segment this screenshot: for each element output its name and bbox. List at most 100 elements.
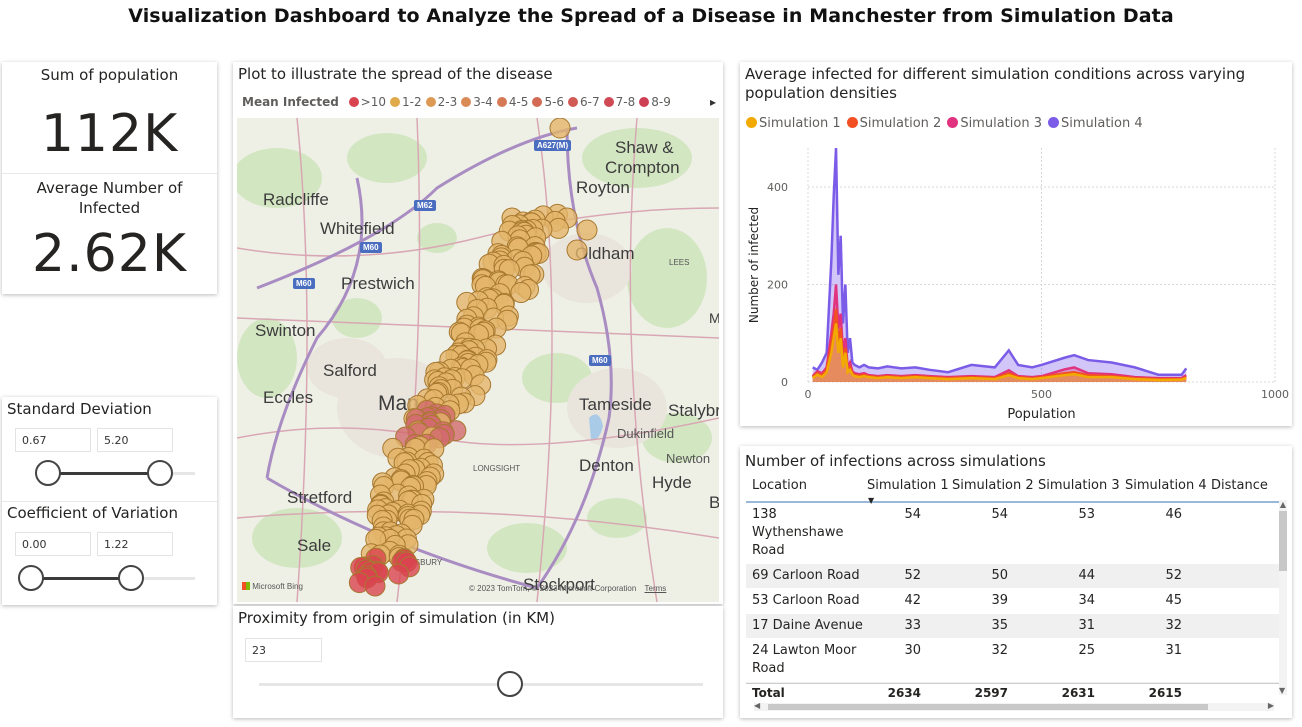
- cell-sim3: 31: [1078, 618, 1095, 633]
- proximity-handle[interactable]: [497, 671, 523, 697]
- map-legend-item[interactable]: 6-7: [568, 95, 600, 109]
- population-label: Sum of population: [40, 66, 179, 84]
- map-legend-item[interactable]: 8-9: [639, 95, 671, 109]
- table-row[interactable]: 138 Wythenshawe Road 54 54 53 46: [746, 503, 1281, 564]
- cell-sim4: 31: [1165, 643, 1182, 658]
- legend-next-arrow[interactable]: ▸: [710, 95, 716, 109]
- cell-sim1: 54: [904, 507, 921, 522]
- col-sim2[interactable]: Simulation 2: [952, 475, 1038, 501]
- map-title: Plot to illustrate the spread of the dis…: [238, 65, 553, 83]
- total-sim2: 2597: [974, 686, 1008, 700]
- cov-max-input[interactable]: 1.22: [97, 532, 173, 556]
- std-dev-min-input[interactable]: 0.67: [15, 428, 91, 452]
- total-sim4: 2615: [1148, 686, 1182, 700]
- map-legend-item[interactable]: >10: [348, 95, 386, 109]
- x-axis-title: Population: [1007, 407, 1075, 422]
- terms-link[interactable]: Terms: [645, 584, 667, 593]
- table-row[interactable]: 17 Daine Avenue 33 35 31 32: [746, 614, 1281, 639]
- std-dev-min-handle[interactable]: [35, 460, 61, 486]
- infection-point[interactable]: [576, 219, 598, 241]
- infection-point[interactable]: [364, 575, 386, 597]
- cell-location: 24 Lawton Moor Road: [752, 643, 857, 676]
- legend-label: 2-3: [437, 95, 458, 109]
- col-sim3[interactable]: Simulation 3: [1038, 475, 1125, 501]
- y-tick-label: 0: [781, 376, 788, 389]
- infection-points: [348, 118, 598, 597]
- v-scroll-up-icon[interactable]: ▲: [1279, 500, 1287, 509]
- y-tick-label: 200: [767, 279, 788, 292]
- map-legend-item[interactable]: 4-5: [496, 95, 528, 109]
- proximity-label: Proximity from origin of simulation (in …: [238, 609, 555, 627]
- std-dev-max-input[interactable]: 5.20: [97, 428, 173, 452]
- x-tick-label: 0: [805, 388, 812, 401]
- table-row[interactable]: 53 Carloon Road 42 39 34 45: [746, 589, 1281, 614]
- map-legend: Mean Infected >10 1-2 2-3 3-4 4-5 5-6 6-7 7-8 8-…: [242, 95, 716, 109]
- table-horizontal-scrollbar[interactable]: ◀ ▶: [754, 701, 1274, 711]
- cell-sim1: 42: [904, 593, 921, 608]
- cell-sim2: 35: [991, 618, 1008, 633]
- kpi-card: Sum of population 112K Average Number of…: [2, 62, 217, 294]
- cov-max-handle[interactable]: [118, 565, 144, 591]
- map-legend-item[interactable]: 1-2: [390, 95, 422, 109]
- slicer-panel: Standard Deviation 0.67 5.20 Coefficient…: [2, 397, 217, 605]
- legend-label: >10: [360, 95, 386, 109]
- y-axis-title: Number of infected: [747, 207, 761, 323]
- cov-min-handle[interactable]: [18, 565, 44, 591]
- bing-label: Microsoft Bing: [252, 582, 303, 591]
- total-label: Total: [752, 686, 785, 700]
- x-tick-label: 500: [1031, 388, 1052, 401]
- kpi-divider: [2, 173, 217, 174]
- std-dev-slider-range: [48, 472, 160, 475]
- table-body: 138 Wythenshawe Road 54 54 53 46 69 Carloon R…: [746, 503, 1281, 683]
- map-legend-item[interactable]: 7-8: [603, 95, 635, 109]
- bing-logo: Microsoft Bing: [242, 582, 303, 591]
- cov-min-input[interactable]: 0.00: [15, 532, 91, 556]
- infection-point[interactable]: [388, 563, 410, 585]
- cell-sim3: 44: [1078, 568, 1095, 583]
- cell-sim4: 52: [1165, 568, 1182, 583]
- legend-label: 8-9: [651, 95, 671, 109]
- cell-sim3: 34: [1078, 593, 1095, 608]
- proximity-input[interactable]: 23: [245, 638, 322, 662]
- cell-sim2: 32: [991, 643, 1008, 658]
- table-vertical-scrollbar[interactable]: ▲ ▼: [1279, 500, 1287, 695]
- col-sim1[interactable]: Simulation 1 ▼: [865, 475, 952, 505]
- v-scroll-thumb[interactable]: [1279, 511, 1287, 571]
- map-attribution: © 2023 TomTom, © 2023 Microsoft Corporat…: [469, 584, 666, 593]
- population-value: 112K: [40, 104, 179, 164]
- legend-dot: [390, 97, 400, 107]
- table-title: Number of infections across simulations: [745, 452, 1046, 470]
- map-legend-item[interactable]: 2-3: [425, 95, 458, 109]
- legend-label: 5-6: [544, 95, 565, 109]
- h-scroll-left-icon[interactable]: ◀: [754, 701, 760, 710]
- v-scroll-down-icon[interactable]: ▼: [1279, 686, 1285, 695]
- proximity-slider-track[interactable]: [259, 683, 703, 686]
- h-scroll-right-icon[interactable]: ▶: [1268, 701, 1274, 710]
- cell-sim2: 39: [991, 593, 1008, 608]
- infection-point[interactable]: [549, 118, 571, 139]
- col-distance[interactable]: Distance f: [1211, 475, 1271, 501]
- h-scroll-thumb[interactable]: [768, 704, 1208, 710]
- map-legend-title: Mean Infected: [242, 95, 339, 109]
- x-tick-label: 1000: [1261, 388, 1289, 401]
- table-row[interactable]: 69 Carloon Road 52 50 44 52: [746, 564, 1281, 589]
- legend-dot: [461, 97, 472, 107]
- infection-point[interactable]: [566, 239, 588, 261]
- col-sim4[interactable]: Simulation 4: [1125, 475, 1211, 501]
- legend-dot: [348, 97, 359, 107]
- map-legend-item[interactable]: 3-4: [461, 95, 493, 109]
- col-location[interactable]: Location: [746, 475, 865, 501]
- map-view[interactable]: Radcliffe Whitefield Prestwich Swinton S…: [237, 118, 719, 602]
- cell-sim1: 33: [904, 618, 921, 633]
- series-area: [812, 148, 1187, 382]
- cell-sim2: 50: [991, 568, 1008, 583]
- table-row[interactable]: 24 Lawton Moor Road 30 32 25 31: [746, 639, 1281, 682]
- std-dev-max-handle[interactable]: [147, 460, 173, 486]
- cell-sim1: 30: [904, 643, 921, 658]
- legend-label: 6-7: [580, 95, 600, 109]
- legend-dot: [496, 97, 507, 107]
- cell-sim4: 32: [1165, 618, 1182, 633]
- map-legend-item[interactable]: 5-6: [532, 95, 564, 109]
- windows-icon: [242, 582, 250, 590]
- total-sim1: 2634: [887, 686, 921, 700]
